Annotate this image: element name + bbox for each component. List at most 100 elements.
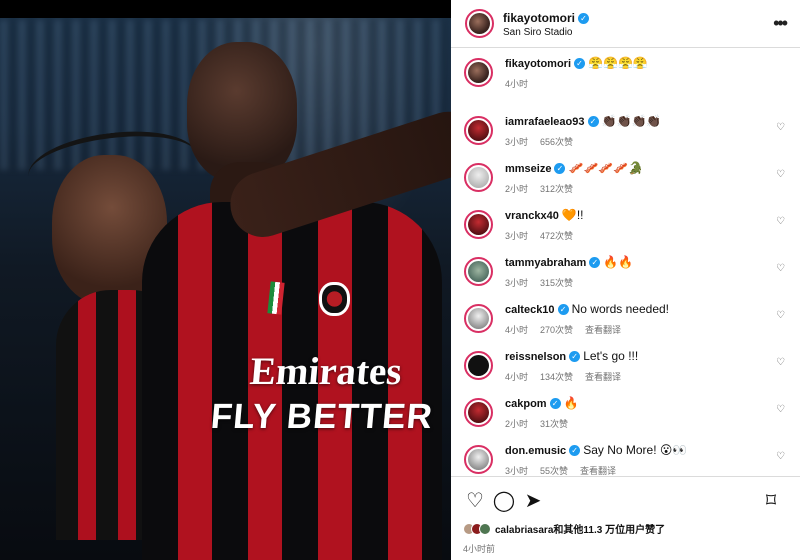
post-side-panel: fikayotomori ✓ San Siro Stadio ••• fikayo… bbox=[451, 0, 800, 560]
comment-time: 3小时 bbox=[505, 137, 529, 147]
caption-time: 4小时 bbox=[505, 79, 529, 89]
post-header: fikayotomori ✓ San Siro Stadio ••• bbox=[451, 0, 800, 48]
likes-text[interactable]: calabriasara和其他11.3 万位用户赞了 bbox=[495, 521, 665, 536]
caption-text: 😤😤😤😤 bbox=[588, 56, 648, 70]
comment-username[interactable]: reissnelson bbox=[505, 351, 566, 363]
heart-icon[interactable]: ♡ bbox=[776, 452, 786, 462]
comment-row: calteck10 ✓ No words needed! 4小时 270次赞 查看翻译… bbox=[464, 302, 786, 349]
comment-time: 4小时 bbox=[505, 372, 529, 382]
verified-icon: ✓ bbox=[554, 163, 566, 174]
comment-text: 🧡!! bbox=[561, 208, 584, 222]
comment-icon[interactable]: ◯ bbox=[492, 489, 516, 513]
post-footer: ♡ ◯ ➤ ⌑ calabriasara和其他11.3 万位用户赞了 4小时前 bbox=[451, 476, 800, 560]
comment-container: iamrafaeleao93 ✓ 👏🏿👏🏿👏🏿👏🏿 3小时 656次赞 ♡ mmse… bbox=[464, 114, 786, 490]
verified-icon: ✓ bbox=[557, 304, 569, 315]
translate-link[interactable]: 查看翻译 bbox=[585, 372, 621, 382]
comment-row: mmseize ✓ 🥓🥓🥓🥓🐊 2小时 312次赞 ♡ bbox=[464, 161, 786, 208]
heart-icon[interactable]: ♡ bbox=[463, 489, 487, 513]
comment-time: 4小时 bbox=[505, 325, 529, 335]
heart-icon[interactable]: ♡ bbox=[776, 405, 786, 415]
comment-row: reissnelson ✓ Let's go !!! 4小时 134次赞 查看翻译 ♡ bbox=[464, 349, 786, 396]
likes-summary[interactable]: calabriasara和其他11.3 万位用户赞了 bbox=[463, 521, 788, 536]
heart-icon[interactable]: ♡ bbox=[776, 264, 786, 274]
comment-likes[interactable]: 472次赞 bbox=[540, 231, 573, 241]
post-time: 4小时前 bbox=[463, 544, 496, 554]
comment-likes[interactable]: 656次赞 bbox=[540, 137, 573, 147]
comments-list[interactable]: fikayotomori✓ 😤😤😤😤 4小时 ✓ ♡ iamrafaeleao9… bbox=[451, 48, 800, 476]
comment-avatar[interactable] bbox=[464, 398, 493, 427]
comment-username[interactable]: tammyabraham bbox=[505, 257, 586, 269]
bookmark-icon[interactable]: ⌑ bbox=[759, 489, 783, 513]
author-username[interactable]: fikayotomori bbox=[503, 11, 575, 25]
comment-text: Let's go !!! bbox=[583, 349, 639, 363]
player-main bbox=[142, 42, 451, 560]
instagram-post: Emirates FLY BETTER fikayotomori ✓ San Si… bbox=[0, 0, 800, 560]
comment-time: 3小时 bbox=[505, 278, 529, 288]
comment-avatar[interactable] bbox=[464, 257, 493, 286]
comment-row: tammyabraham ✓ 🔥🔥 3小时 315次赞 ♡ bbox=[464, 255, 786, 302]
comment-username[interactable]: iamrafaeleao93 bbox=[505, 116, 585, 128]
heart-icon[interactable]: ♡ bbox=[776, 358, 786, 368]
comment-time: 3小时 bbox=[505, 466, 529, 476]
comment-likes[interactable]: 31次赞 bbox=[540, 419, 568, 429]
comment-time: 3小时 bbox=[505, 231, 529, 241]
comment-username[interactable]: cakpom bbox=[505, 398, 547, 410]
comment-text: 🥓🥓🥓🥓🐊 bbox=[568, 161, 644, 175]
verified-icon: ✓ bbox=[587, 116, 599, 127]
comment-avatar[interactable] bbox=[464, 304, 493, 333]
heart-icon[interactable]: ♡ bbox=[776, 217, 786, 227]
comment-row: cakpom ✓ 🔥 2小时 31次赞 ♡ bbox=[464, 396, 786, 443]
author-avatar[interactable] bbox=[465, 9, 494, 38]
author-info: fikayotomori ✓ San Siro Stadio bbox=[503, 9, 590, 38]
post-photo[interactable]: Emirates FLY BETTER bbox=[0, 0, 451, 560]
comment-username[interactable]: vranckx40 bbox=[505, 210, 559, 222]
comment-text: No words needed! bbox=[571, 302, 670, 316]
comment-likes[interactable]: 55次赞 bbox=[540, 466, 568, 476]
comment-avatar[interactable] bbox=[464, 351, 493, 380]
verified-icon: ✓ bbox=[574, 58, 586, 69]
comment-text: 🔥🔥 bbox=[603, 255, 634, 269]
sponsor-line: FLY BETTER bbox=[209, 397, 435, 436]
comment-avatar[interactable] bbox=[464, 163, 493, 192]
comment-likes[interactable]: 134次赞 bbox=[540, 372, 573, 382]
verified-icon: ✓ bbox=[569, 351, 581, 362]
post-location[interactable]: San Siro Stadio bbox=[503, 27, 589, 38]
post-actions: ♡ ◯ ➤ ⌑ bbox=[463, 489, 788, 513]
comment-row: vranckx40✓ 🧡!! 3小时472次赞 ♡ bbox=[464, 208, 786, 255]
caption-username[interactable]: fikayotomori bbox=[505, 58, 571, 70]
comment-likes[interactable]: 312次赞 bbox=[540, 184, 573, 194]
comment-avatar[interactable] bbox=[464, 445, 493, 474]
share-icon[interactable]: ➤ bbox=[521, 489, 545, 513]
verified-icon: ✓ bbox=[569, 445, 581, 456]
more-options-icon[interactable]: ••• bbox=[773, 13, 788, 34]
jersey-sponsor: Emirates FLY BETTER bbox=[209, 350, 438, 436]
comment-username[interactable]: mmseize bbox=[505, 163, 551, 175]
heart-icon[interactable]: ♡ bbox=[776, 311, 786, 321]
caption-comment: fikayotomori ✓ 😤😤😤😤 4小时 bbox=[464, 56, 786, 114]
verified-icon: ✓ bbox=[549, 398, 561, 409]
comment-time: 2小时 bbox=[505, 184, 529, 194]
comment-avatar[interactable] bbox=[464, 210, 493, 239]
comment-text: Say No More! 😮👀 bbox=[583, 443, 688, 457]
verified-icon: ✓ bbox=[589, 257, 601, 268]
translate-link[interactable]: 查看翻译 bbox=[585, 325, 621, 335]
liker-avatar bbox=[479, 522, 491, 535]
comment-time: 2小时 bbox=[505, 419, 529, 429]
comment-username[interactable]: calteck10 bbox=[505, 304, 555, 316]
comment-username[interactable]: don.emusic bbox=[505, 445, 566, 457]
club-crest bbox=[319, 282, 350, 316]
comment-avatar[interactable] bbox=[464, 116, 493, 145]
translate-link[interactable]: 查看翻译 bbox=[580, 466, 616, 476]
comment-text: 👏🏿👏🏿👏🏿👏🏿 bbox=[601, 114, 662, 128]
heart-icon[interactable]: ♡ bbox=[776, 170, 786, 180]
comment-row: iamrafaeleao93 ✓ 👏🏿👏🏿👏🏿👏🏿 3小时 656次赞 ♡ bbox=[464, 114, 786, 161]
sponsor-name: Emirates bbox=[248, 350, 404, 393]
heart-icon[interactable]: ♡ bbox=[776, 123, 786, 133]
verified-icon: ✓ bbox=[578, 13, 590, 24]
comment-text: 🔥 bbox=[563, 396, 579, 410]
comment-likes[interactable]: 270次赞 bbox=[540, 325, 573, 335]
caption-avatar[interactable] bbox=[464, 58, 493, 87]
player-main-head bbox=[187, 42, 297, 182]
top-bar bbox=[0, 0, 451, 18]
comment-likes[interactable]: 315次赞 bbox=[540, 278, 573, 288]
